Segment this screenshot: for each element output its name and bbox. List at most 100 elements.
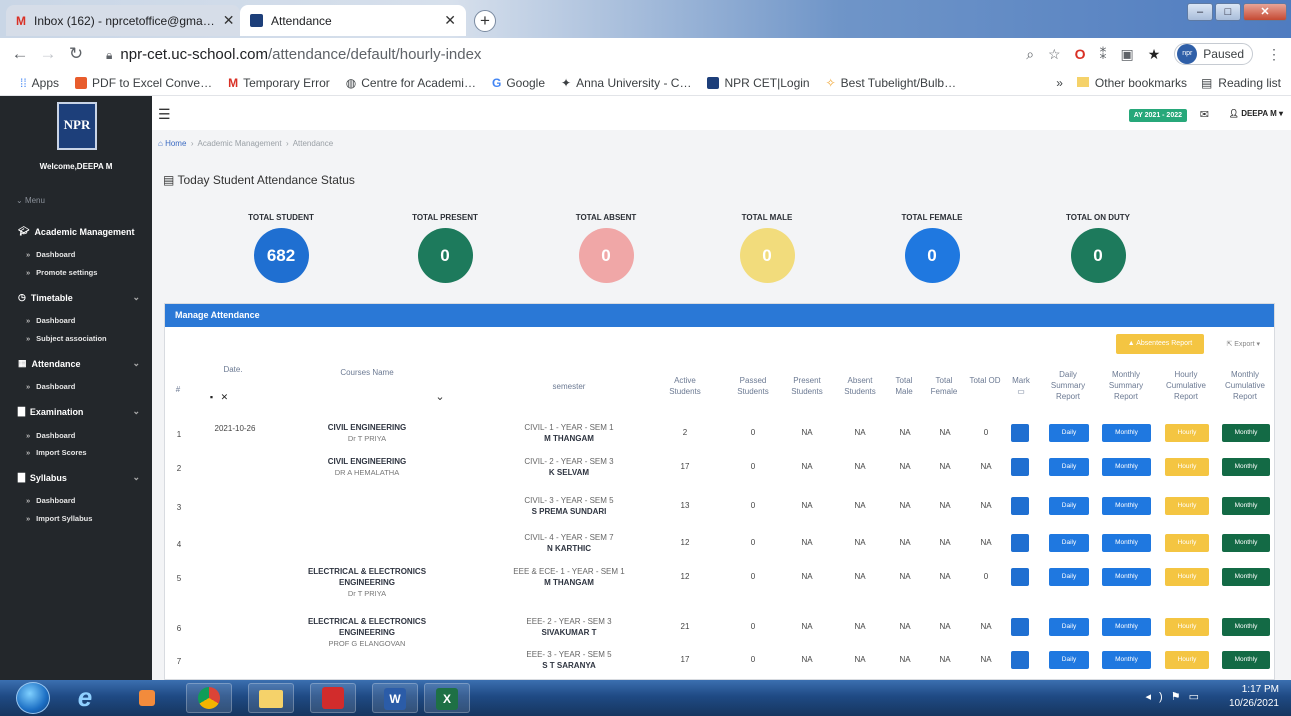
- daily-report-button[interactable]: Daily: [1049, 458, 1089, 476]
- pin-icon[interactable]: ★: [1148, 46, 1161, 63]
- monthly-report-button[interactable]: Monthly: [1102, 618, 1151, 636]
- monthly-cumulative-button[interactable]: Monthly: [1222, 458, 1270, 476]
- back-icon[interactable]: ←: [6, 44, 34, 64]
- other-bookmarks[interactable]: Other bookmarks: [1076, 76, 1187, 90]
- tab-attendance[interactable]: Attendance ✕: [240, 5, 466, 36]
- bookmark-item[interactable]: PDF to Excel Conve…: [67, 76, 220, 90]
- mark-attendance-button[interactable]: [1011, 424, 1029, 442]
- bookmark-item[interactable]: G Google: [484, 76, 553, 90]
- bookmark-item[interactable]: NPR CET|Login: [699, 76, 817, 90]
- sidebar-sub-import-scores[interactable]: Import Scores: [26, 448, 86, 457]
- mark-attendance-button[interactable]: [1011, 534, 1029, 552]
- search-icon[interactable]: ⌕: [1026, 46, 1034, 63]
- mark-attendance-button[interactable]: [1011, 651, 1029, 669]
- system-clock[interactable]: 1:17 PM 10/26/2021: [1229, 683, 1279, 711]
- ie-icon[interactable]: e: [62, 683, 108, 713]
- network-icon[interactable]: ▭: [1189, 691, 1207, 703]
- profile-button[interactable]: npr Paused: [1174, 43, 1253, 65]
- hourly-report-button[interactable]: Hourly: [1165, 618, 1209, 636]
- sidebar-item-timetable[interactable]: ◷ Timetable ⌄: [0, 292, 152, 303]
- hourly-report-button[interactable]: Hourly: [1165, 568, 1209, 586]
- monthly-report-button[interactable]: Monthly: [1102, 568, 1151, 586]
- absentees-report-button[interactable]: ▲ Absentees Report: [1116, 334, 1204, 354]
- reload-icon[interactable]: ↻: [62, 44, 90, 64]
- close-tab-icon[interactable]: ✕: [223, 12, 235, 29]
- flag-icon[interactable]: ⚑: [1171, 691, 1189, 703]
- sidebar-sub-dashboard[interactable]: Dashboard: [26, 382, 75, 391]
- excel-icon[interactable]: X: [424, 683, 470, 713]
- extension-icon[interactable]: ⁑: [1100, 46, 1107, 63]
- url-field[interactable]: 🔒︎ npr-cet.uc-school.com/attendance/defau…: [106, 46, 481, 63]
- volume-icon[interactable]: ◂): [1146, 691, 1171, 703]
- forward-icon[interactable]: →: [34, 44, 62, 64]
- bookmark-apps[interactable]: ⁞⁞ Apps: [0, 76, 67, 90]
- more-bookmarks-button[interactable]: »: [1056, 76, 1063, 90]
- sidebar-item-examination[interactable]: ▇ Examination ⌄: [0, 406, 152, 417]
- clear-icon[interactable]: ✕: [221, 392, 229, 402]
- daily-report-button[interactable]: Daily: [1049, 424, 1089, 442]
- chevron-down-icon[interactable]: ⌄: [433, 392, 447, 403]
- monthly-report-button[interactable]: Monthly: [1102, 651, 1151, 669]
- daily-report-button[interactable]: Daily: [1049, 534, 1089, 552]
- star-icon[interactable]: ☆: [1048, 46, 1061, 63]
- sidebar-sub-dashboard[interactable]: Dashboard: [26, 250, 75, 259]
- daily-report-button[interactable]: Daily: [1049, 651, 1089, 669]
- reading-list[interactable]: ▤ Reading list: [1201, 76, 1281, 90]
- monthly-cumulative-button[interactable]: Monthly: [1222, 618, 1270, 636]
- hourly-report-button[interactable]: Hourly: [1165, 497, 1209, 515]
- bookmark-item[interactable]: ◍ Centre for Academi…: [338, 76, 484, 90]
- bookmark-item[interactable]: ✧ Best Tubelight/Bulb…: [818, 76, 964, 90]
- hamburger-menu-icon[interactable]: ☰: [158, 106, 171, 123]
- academic-year-badge[interactable]: AY 2021 - 2022: [1128, 109, 1187, 122]
- mark-attendance-button[interactable]: [1011, 568, 1029, 586]
- folder-icon[interactable]: [248, 683, 294, 713]
- monthly-report-button[interactable]: Monthly: [1102, 534, 1151, 552]
- sidebar-item-academic-management[interactable]: 🎓︎ Academic Management: [0, 226, 152, 237]
- mark-attendance-button[interactable]: [1011, 618, 1029, 636]
- monthly-report-button[interactable]: Monthly: [1102, 424, 1151, 442]
- breadcrumb-home[interactable]: ⌂ Home: [158, 139, 186, 148]
- hourly-report-button[interactable]: Hourly: [1165, 458, 1209, 476]
- mark-attendance-button[interactable]: [1011, 497, 1029, 515]
- hourly-report-button[interactable]: Hourly: [1165, 424, 1209, 442]
- sidebar-sub-dashboard[interactable]: Dashboard: [26, 431, 75, 440]
- opera-extension-icon[interactable]: O: [1075, 46, 1086, 62]
- monthly-cumulative-button[interactable]: Monthly: [1222, 534, 1270, 552]
- media-player-icon[interactable]: [124, 683, 170, 713]
- monthly-report-button[interactable]: Monthly: [1102, 458, 1151, 476]
- puzzle-extension-icon[interactable]: ▣: [1121, 46, 1134, 63]
- hourly-report-button[interactable]: Hourly: [1165, 534, 1209, 552]
- maximize-button[interactable]: □: [1215, 3, 1241, 21]
- acrobat-icon[interactable]: [310, 683, 356, 713]
- sidebar-sub-subject-association[interactable]: Subject association: [26, 334, 106, 343]
- tab-inbox[interactable]: M Inbox (162) - nprcetoffice@gma… ✕: [6, 5, 240, 36]
- export-dropdown[interactable]: ⇱ Export ▾: [1226, 340, 1260, 348]
- hourly-report-button[interactable]: Hourly: [1165, 651, 1209, 669]
- kebab-menu-icon[interactable]: ⋮: [1267, 46, 1281, 63]
- breadcrumb-item[interactable]: Academic Management: [198, 139, 282, 148]
- sidebar-item-attendance[interactable]: ▦ Attendance ⌄: [0, 358, 152, 369]
- mail-icon[interactable]: ✉: [1200, 108, 1209, 121]
- monthly-cumulative-button[interactable]: Monthly: [1222, 568, 1270, 586]
- daily-report-button[interactable]: Daily: [1049, 497, 1089, 515]
- sidebar-sub-dashboard[interactable]: Dashboard: [26, 316, 75, 325]
- user-menu[interactable]: 👤︎ DEEPA M ▾: [1229, 109, 1283, 118]
- sidebar-sub-promote-settings[interactable]: Promote settings: [26, 268, 97, 277]
- chrome-icon[interactable]: [186, 683, 232, 713]
- daily-report-button[interactable]: Daily: [1049, 568, 1089, 586]
- monthly-report-button[interactable]: Monthly: [1102, 497, 1151, 515]
- monthly-cumulative-button[interactable]: Monthly: [1222, 651, 1270, 669]
- mark-attendance-button[interactable]: [1011, 458, 1029, 476]
- sidebar-sub-import-syllabus[interactable]: Import Syllabus: [26, 514, 92, 523]
- close-tab-icon[interactable]: ✕: [444, 12, 456, 29]
- sidebar-sub-dashboard[interactable]: Dashboard: [26, 496, 75, 505]
- bookmark-item[interactable]: ✦ Anna University - C…: [553, 76, 699, 90]
- sidebar-item-syllabus[interactable]: ▇ Syllabus ⌄: [0, 472, 152, 483]
- close-window-button[interactable]: ✕: [1243, 3, 1287, 21]
- bookmark-item[interactable]: M Temporary Error: [220, 76, 338, 90]
- monthly-cumulative-button[interactable]: Monthly: [1222, 497, 1270, 515]
- start-button[interactable]: [16, 682, 50, 714]
- daily-report-button[interactable]: Daily: [1049, 618, 1089, 636]
- word-icon[interactable]: W: [372, 683, 418, 713]
- calendar-icon[interactable]: ▪: [210, 392, 213, 402]
